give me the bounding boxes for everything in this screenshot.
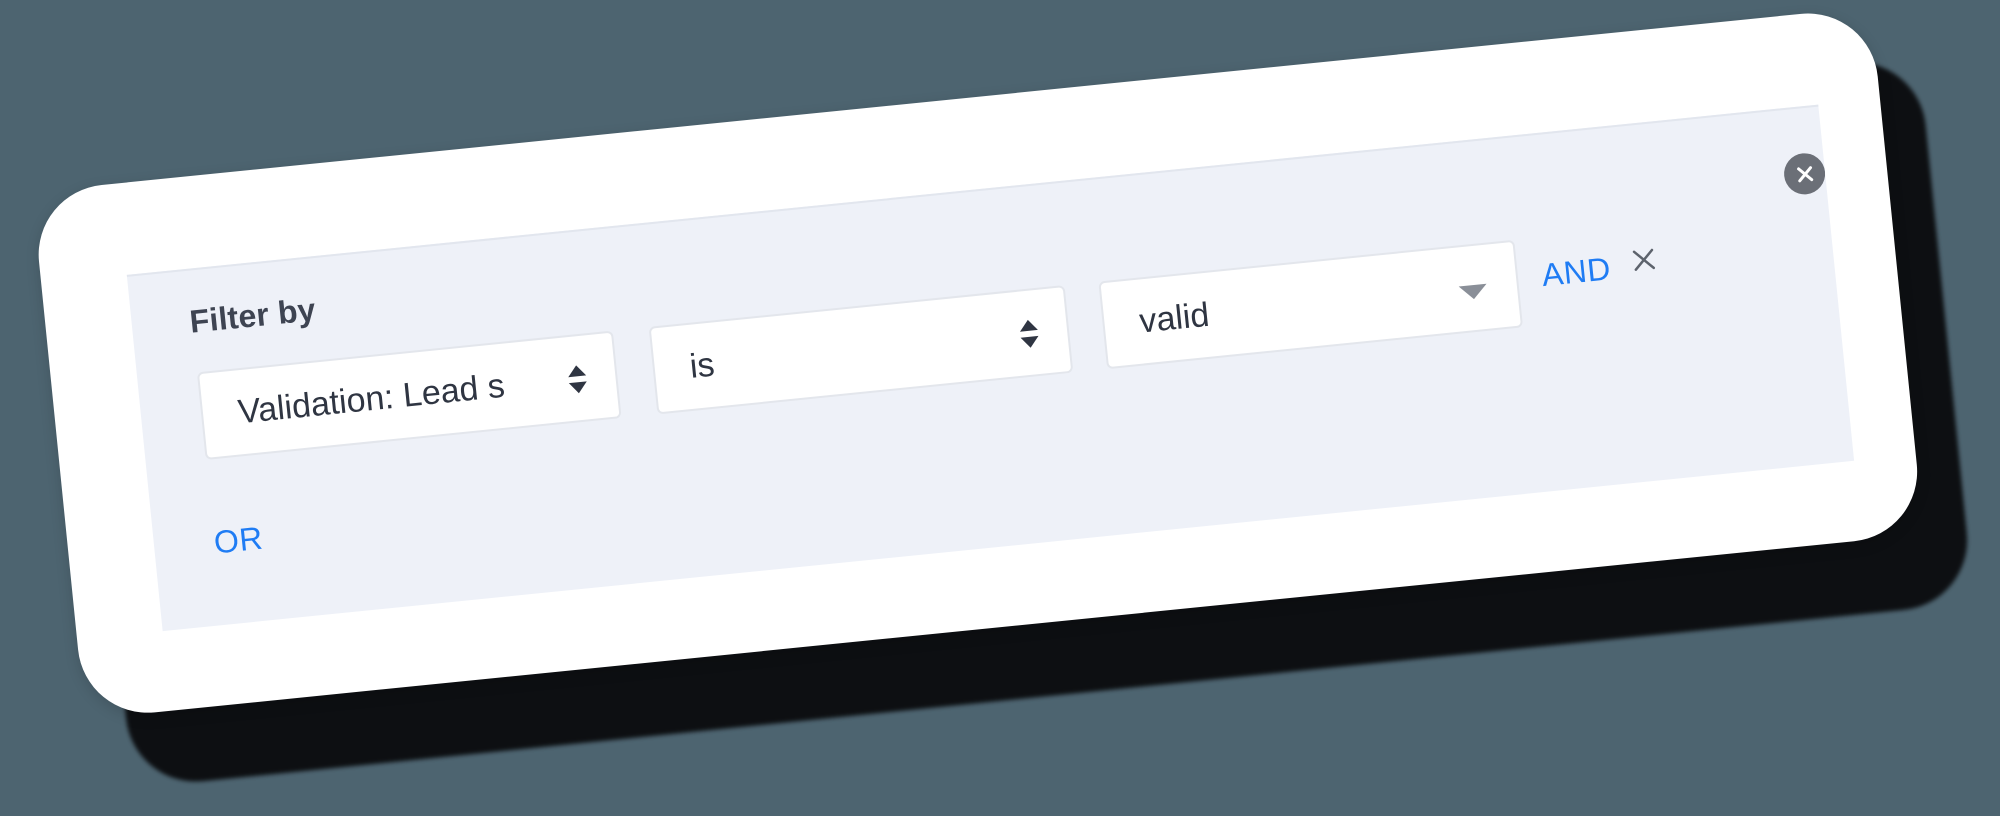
or-button[interactable]: OR [212, 520, 264, 562]
caret-down-icon [1458, 283, 1487, 300]
field-select[interactable]: Validation: Lead s [196, 330, 622, 460]
operator-select-value: is [687, 345, 717, 386]
sort-updown-icon [1019, 319, 1039, 348]
value-dropdown-value: valid [1137, 295, 1212, 341]
close-panel-button[interactable] [1782, 151, 1828, 197]
filter-panel: Filter by Validation: Lead s is valid AN… [126, 104, 1855, 632]
stage: Filter by Validation: Lead s is valid AN… [0, 0, 2000, 816]
and-button[interactable]: AND [1540, 250, 1612, 294]
operator-select[interactable]: is [648, 285, 1074, 415]
filter-title: Filter by [187, 291, 318, 340]
close-icon[interactable] [1629, 245, 1660, 276]
value-dropdown[interactable]: valid [1098, 239, 1524, 370]
field-select-value: Validation: Lead s [236, 366, 507, 431]
close-circle-icon [1796, 165, 1813, 182]
sort-updown-icon [568, 365, 587, 394]
